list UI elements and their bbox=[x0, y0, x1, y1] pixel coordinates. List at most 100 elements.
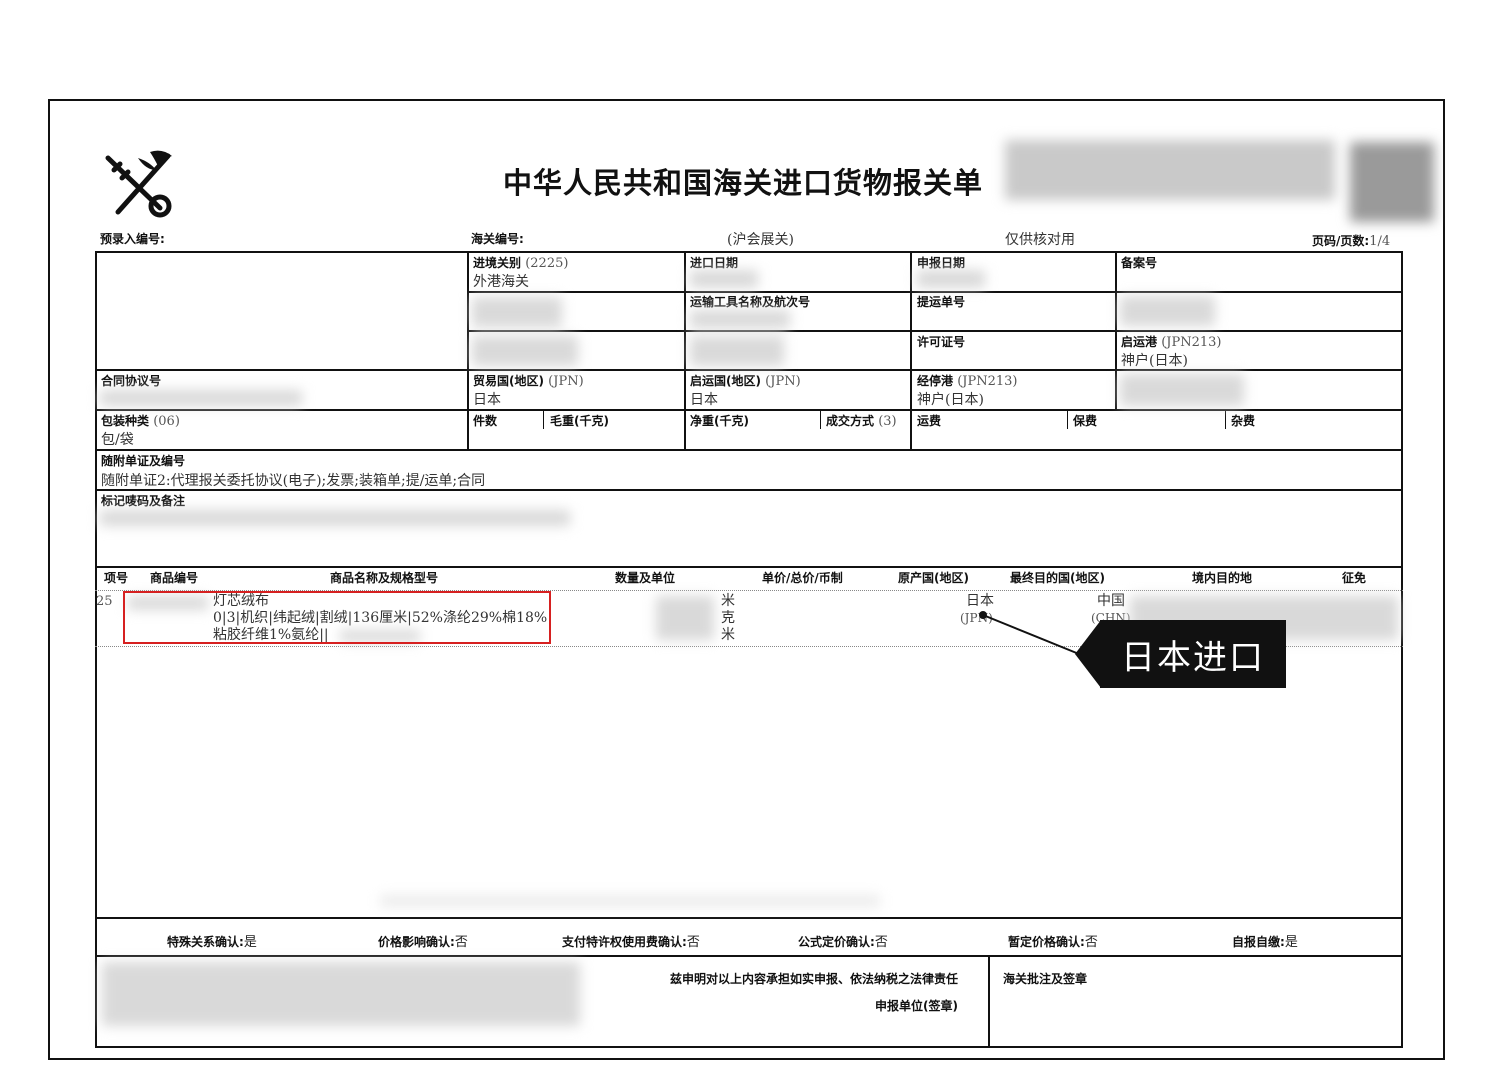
deal-mode-cell: 成交方式 (3) bbox=[826, 412, 897, 429]
entry-port-redacted bbox=[1120, 374, 1244, 406]
goods-item-no: 25 bbox=[96, 594, 113, 609]
transport-redacted bbox=[690, 310, 790, 328]
confirm-label: 暂定价格确认: bbox=[1008, 935, 1085, 949]
row-line-9 bbox=[95, 955, 1403, 957]
col-line-3 bbox=[910, 251, 912, 451]
goods-header-name: 商品名称及规格型号 bbox=[330, 571, 439, 585]
trade-country-code: (JPN) bbox=[548, 374, 584, 389]
insurance-label: 保费 bbox=[1073, 414, 1098, 428]
pieces-label: 件数 bbox=[473, 414, 498, 428]
declare-date-redacted bbox=[917, 270, 985, 288]
verify-note: 仅供核对用 bbox=[1005, 232, 1075, 248]
package-type-label: 包装种类 bbox=[101, 414, 150, 428]
quantity-redacted bbox=[656, 596, 714, 640]
package-type-value: 包/袋 bbox=[101, 432, 134, 448]
stop-port-cell: 经停港 (JPN213) 神户(日本) bbox=[917, 372, 1018, 409]
page-indicator: 页码/页数:1/4 bbox=[1312, 230, 1390, 249]
trade-country-label: 贸易国(地区) bbox=[473, 374, 544, 388]
unit-1: 米 bbox=[721, 593, 735, 609]
row-line-5 bbox=[95, 449, 1403, 451]
table-bottom-border bbox=[95, 1046, 1403, 1048]
table-top-border bbox=[95, 251, 1403, 253]
depart-country-cell: 启运国(地区) (JPN) 日本 bbox=[690, 372, 801, 409]
contract-no-redacted bbox=[100, 390, 302, 406]
entry-customs-label: 进境关别 bbox=[473, 256, 522, 270]
units-block: 米 克 米 bbox=[721, 593, 735, 644]
confirm-self-tax: 自报自缴:是 bbox=[1232, 931, 1298, 950]
stop-port-label: 经停港 bbox=[917, 374, 954, 388]
col-tick-3 bbox=[1067, 411, 1068, 429]
depart-port-code: (JPN213) bbox=[1161, 335, 1222, 350]
goods-header-destination: 最终目的国(地区) bbox=[1010, 571, 1105, 585]
col-line-4 bbox=[1115, 251, 1117, 411]
transport-label: 运输工具名称及航次号 bbox=[690, 295, 811, 309]
marks-redacted bbox=[100, 510, 570, 526]
net-weight-label: 净重(千克) bbox=[690, 414, 749, 428]
depart-country-code: (JPN) bbox=[765, 374, 801, 389]
marks-label: 标记唛码及备注 bbox=[101, 494, 186, 508]
declaration-statement: 兹申明对以上内容承担如实申报、依法纳税之法律责任 bbox=[670, 972, 959, 986]
confirm-value: 否 bbox=[454, 935, 468, 950]
confirm-royalty: 支付特许权使用费确认:否 bbox=[562, 931, 700, 950]
goods-header-code: 商品编号 bbox=[150, 571, 199, 585]
confirm-label: 公式定价确认: bbox=[798, 935, 875, 949]
trade-country-value: 日本 bbox=[473, 392, 501, 408]
customs-office: (沪会展关) bbox=[727, 232, 794, 248]
depart-port-value: 神户(日本) bbox=[1121, 353, 1188, 369]
bill-no-label: 提运单号 bbox=[917, 295, 966, 309]
goods-header-origin: 原产国(地区) bbox=[898, 571, 969, 585]
callout-label: 日本进口 bbox=[1100, 620, 1286, 688]
stop-port-value: 神户(日本) bbox=[917, 392, 984, 408]
goods-header-tax: 征免 bbox=[1342, 571, 1367, 585]
entry-customs-code: (2225) bbox=[525, 256, 569, 271]
confirm-value: 否 bbox=[1084, 935, 1098, 950]
package-type-cell: 包装种类 (06) 包/袋 bbox=[101, 412, 180, 449]
depart-country-label: 启运国(地区) bbox=[690, 374, 761, 388]
confirm-price-impact: 价格影响确认:否 bbox=[378, 931, 468, 950]
confirm-special-relation: 特殊关系确认:是 bbox=[167, 931, 257, 950]
license-no-label: 许可证号 bbox=[917, 335, 966, 349]
declaration-divider bbox=[988, 955, 990, 1046]
entry-customs-cell: 进境关别 (2225) 外港海关 bbox=[473, 254, 568, 291]
contract-no-label: 合同协议号 bbox=[101, 374, 162, 388]
misc-fee-label: 杂费 bbox=[1231, 414, 1256, 428]
freight-label: 运费 bbox=[917, 414, 942, 428]
col-line-2 bbox=[684, 251, 686, 451]
declaration-unit: 申报单位(签章) bbox=[875, 999, 958, 1013]
confirm-label: 自报自缴: bbox=[1232, 935, 1285, 949]
customs-no-label: 海关编号: bbox=[471, 232, 524, 246]
customs-emblem-icon bbox=[105, 150, 172, 218]
callout-pointer bbox=[979, 611, 1101, 688]
declare-date-label: 申报日期 bbox=[917, 256, 966, 270]
goods-highlight-box bbox=[123, 591, 551, 644]
entry-date-label: 进口日期 bbox=[690, 256, 739, 270]
goods-header-domestic-dest: 境内目的地 bbox=[1192, 571, 1253, 585]
depart-port-label: 启运港 bbox=[1121, 335, 1158, 349]
col-tick-4 bbox=[1225, 411, 1226, 429]
bill-no-redacted bbox=[1120, 296, 1215, 326]
page-label: 页码/页数: bbox=[1312, 234, 1370, 248]
customs-approval: 海关批注及签章 bbox=[1003, 972, 1088, 986]
pre-entry-label: 预录入编号: bbox=[100, 232, 165, 246]
page-value: 1/4 bbox=[1369, 234, 1391, 249]
col-tick-2 bbox=[820, 411, 821, 429]
confirm-value: 是 bbox=[1284, 935, 1298, 950]
gross-weight-label: 毛重(千克) bbox=[550, 414, 609, 428]
confirm-value: 是 bbox=[243, 935, 257, 950]
document-title: 中华人民共和国海关进口货物报关单 bbox=[503, 166, 984, 200]
package-type-code: (06) bbox=[153, 414, 180, 429]
barcode-redacted bbox=[1005, 140, 1335, 200]
row-line-4 bbox=[95, 409, 1403, 411]
row-line-8 bbox=[95, 917, 1403, 919]
goods-header-item-no: 项号 bbox=[104, 571, 129, 585]
confirm-formula-price: 公式定价确认:否 bbox=[798, 931, 888, 950]
confirm-label: 支付特许权使用费确认: bbox=[562, 935, 687, 949]
consumer-redacted bbox=[472, 336, 578, 366]
deal-mode-label: 成交方式 bbox=[826, 414, 875, 428]
confirm-provisional-price: 暂定价格确认:否 bbox=[1008, 931, 1098, 950]
entry-customs-value: 外港海关 bbox=[473, 274, 529, 290]
depart-port-cell: 启运港 (JPN213) 神户(日本) bbox=[1121, 333, 1222, 370]
unit-2: 克 bbox=[721, 610, 735, 626]
confirm-value: 否 bbox=[686, 935, 700, 950]
deal-mode-code: (3) bbox=[878, 414, 897, 429]
